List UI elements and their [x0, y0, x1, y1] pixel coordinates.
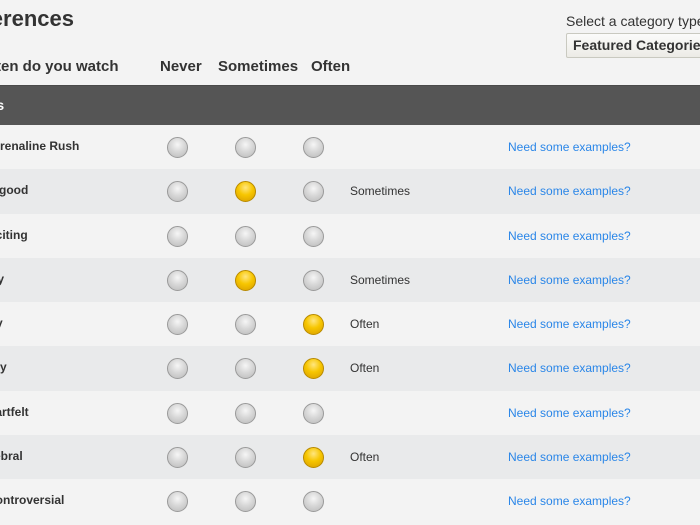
page-title: Preferences — [0, 6, 74, 32]
often-radio[interactable] — [303, 402, 324, 424]
never-radio[interactable] — [167, 181, 188, 203]
selected-frequency-text: Often — [350, 450, 380, 465]
never-radio[interactable] — [167, 225, 188, 247]
preferences-list: Adrenaline RushNeed some examples?Feel-g… — [0, 125, 700, 524]
selected-frequency-text: Sometimes — [350, 272, 411, 287]
sometimes-radio[interactable] — [235, 137, 256, 158]
often-radio[interactable] — [303, 225, 324, 247]
preference-label: Exciting — [0, 227, 28, 242]
preference-label: Controversial — [0, 493, 65, 508]
section-header-moods: Moods — [0, 85, 700, 125]
often-radio[interactable] — [303, 358, 324, 380]
often-radio[interactable] — [303, 181, 324, 203]
never-radio[interactable] — [167, 269, 188, 291]
preference-row: Heartfelt Need some examples? — [0, 390, 700, 436]
selected-frequency-text: Often — [350, 361, 380, 376]
preference-row: Cerebral Often Need some examples? — [0, 435, 700, 480]
page-title-text: Preferences — [0, 6, 74, 31]
preference-label: Adrenaline Rush — [0, 139, 80, 153]
preference-label: Quirky — [0, 271, 5, 286]
preference-row: Adrenaline Rush Need some examples? — [0, 125, 700, 170]
need-examples-link[interactable]: Need some examples? — [508, 140, 631, 154]
preference-row: Quirky Sometimes Need some examples? — [0, 257, 700, 303]
sometimes-radio[interactable] — [235, 447, 256, 469]
need-examples-link[interactable]: Need some examples? — [508, 273, 631, 287]
sometimes-column-header: Sometimes — [218, 58, 299, 75]
often-radio[interactable] — [303, 491, 324, 513]
need-examples-link[interactable]: Need some examples? — [508, 406, 631, 420]
preference-label: Feel-good — [0, 183, 29, 198]
question-column-header: How often do you watch — [0, 58, 119, 75]
need-examples-link[interactable]: Need some examples? — [508, 494, 631, 508]
preference-row: Scary Often Need some examples? — [0, 302, 700, 347]
never-radio[interactable] — [167, 402, 188, 424]
never-radio[interactable] — [167, 137, 188, 158]
often-radio[interactable] — [303, 269, 324, 291]
often-radio[interactable] — [303, 314, 324, 336]
selected-frequency-text: Often — [350, 317, 380, 332]
need-examples-link[interactable]: Need some examples? — [508, 450, 631, 464]
never-radio[interactable] — [167, 358, 188, 380]
preference-label: Heartfelt — [0, 404, 29, 419]
category-type-selected-value: Featured Categories — [573, 37, 700, 53]
sometimes-radio[interactable] — [235, 358, 256, 380]
category-type-select[interactable]: Featured Categories — [566, 33, 700, 58]
preference-row: Exciting Need some examples? — [0, 213, 700, 258]
category-type-label: Select a category type — [566, 13, 700, 29]
never-radio[interactable] — [167, 491, 188, 513]
preference-row: Controversial Need some examples? — [0, 479, 700, 524]
sometimes-radio[interactable] — [235, 269, 256, 291]
need-examples-link[interactable]: Need some examples? — [508, 184, 631, 198]
preference-row: Feel-good Sometimes Need some examples? — [0, 169, 700, 214]
sometimes-radio[interactable] — [235, 402, 256, 424]
sometimes-radio[interactable] — [235, 181, 256, 203]
preference-label: Cerebral — [0, 449, 23, 464]
need-examples-link[interactable]: Need some examples? — [508, 361, 631, 375]
sometimes-radio[interactable] — [235, 491, 256, 513]
preference-label: Scary — [0, 316, 3, 330]
need-examples-link[interactable]: Need some examples? — [508, 229, 631, 243]
often-radio[interactable] — [303, 137, 324, 158]
often-radio[interactable] — [303, 447, 324, 469]
need-examples-link[interactable]: Need some examples? — [508, 317, 631, 331]
section-title: Moods — [0, 97, 5, 113]
selected-frequency-text: Sometimes — [350, 184, 411, 199]
sometimes-radio[interactable] — [235, 314, 256, 336]
preference-row: Creepy Often Need some examples? — [0, 346, 700, 391]
never-radio[interactable] — [167, 314, 188, 336]
often-column-header: Often — [311, 58, 351, 75]
never-column-header: Never — [160, 58, 202, 75]
preference-label: Creepy — [0, 360, 7, 375]
never-radio[interactable] — [167, 447, 188, 469]
sometimes-radio[interactable] — [235, 225, 256, 247]
